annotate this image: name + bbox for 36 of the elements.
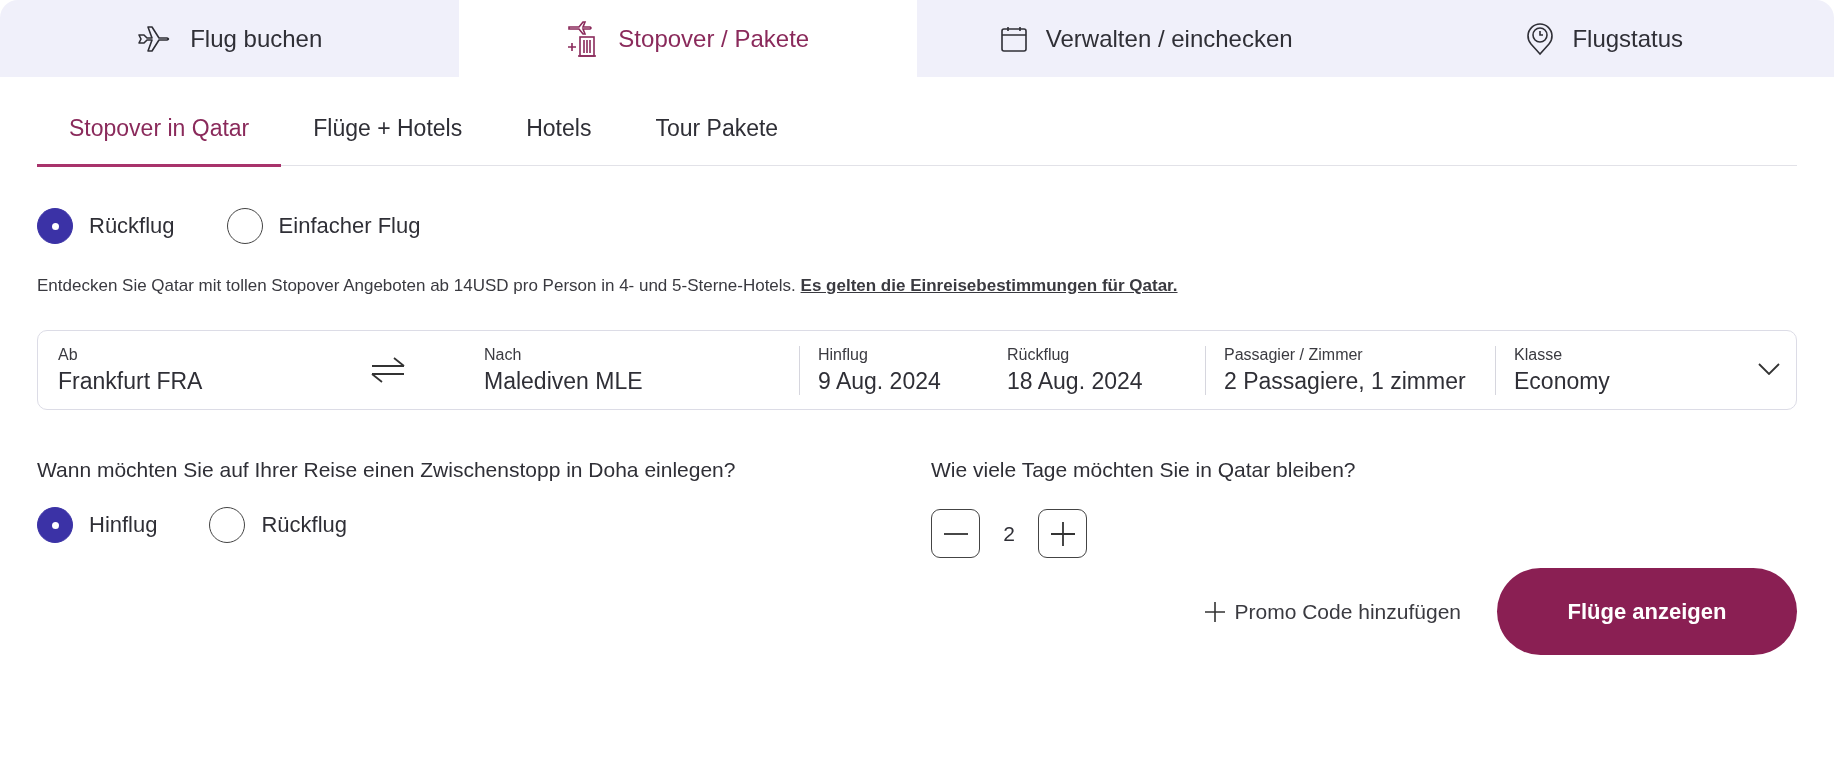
date-field[interactable]: Rückflug 18 Aug. 2024: [1007, 345, 1205, 395]
sub-tab[interactable]: Hotels: [494, 115, 624, 167]
radio-option[interactable]: Rückflug: [37, 208, 175, 244]
stopover-question: Wann möchten Sie auf Ihrer Reise einen Zwischenstopp in Doha einlegen?: [37, 457, 737, 483]
radio-option[interactable]: Hinflug: [37, 507, 158, 543]
minus-icon: [943, 532, 968, 535]
clock-pin-icon: [1526, 21, 1555, 56]
sub-tab[interactable]: Flüge + Hotels: [281, 115, 495, 167]
sub-tab[interactable]: Stopover in Qatar: [37, 115, 282, 167]
plus-icon: [1204, 601, 1225, 622]
calendar-icon: [999, 24, 1028, 53]
plus-icon: [1050, 521, 1075, 546]
days-count: 2: [1002, 521, 1016, 546]
date-field[interactable]: Hinflug 9 Aug. 2024: [799, 345, 1007, 395]
decrease-button[interactable]: [931, 509, 980, 558]
class-field[interactable]: Klasse Economy: [1495, 345, 1645, 395]
nav-tab[interactable]: Flug buchen: [0, 0, 459, 77]
swap-icon[interactable]: [370, 355, 406, 385]
nav-tab[interactable]: Flugstatus: [1375, 0, 1834, 77]
location-field[interactable]: Ab Frankfurt FRA: [58, 345, 358, 395]
promo-code-link[interactable]: Promo Code hinzufügen: [1198, 598, 1467, 625]
radio-button[interactable]: [37, 507, 73, 543]
info-text: Entdecken Sie Qatar mit tollen Stopover Angeboten ab 14USD pro Person in 4- und 5-Sterne-Hotels. Es gelten die Einreisebestimmungen für Qatar.: [37, 276, 1179, 296]
radio-button[interactable]: [37, 208, 73, 244]
location-field[interactable]: Nach Malediven MLE: [484, 345, 799, 395]
increase-button[interactable]: [1038, 509, 1087, 558]
entry-rules-link[interactable]: Es gelten die Einreisebestimmungen für Qatar.: [800, 276, 1178, 295]
chevron-down-icon[interactable]: [1758, 363, 1780, 375]
passenger-field[interactable]: Passagier / Zimmer 2 Passagiere, 1 zimmer: [1205, 345, 1495, 395]
sub-tab[interactable]: Tour Pakete: [623, 115, 811, 167]
radio-option[interactable]: Einfacher Flug: [226, 208, 421, 244]
radio-option[interactable]: Rückflug: [209, 507, 348, 543]
show-flights-button[interactable]: Flüge anzeigen: [1497, 568, 1797, 655]
nav-tab[interactable]: Verwalten / einchecken: [917, 0, 1376, 77]
nav-tab[interactable]: Stopover / Pakete: [458, 0, 917, 77]
days-question: Wie viele Tage möchten Sie in Qatar bleiben?: [931, 457, 1357, 483]
